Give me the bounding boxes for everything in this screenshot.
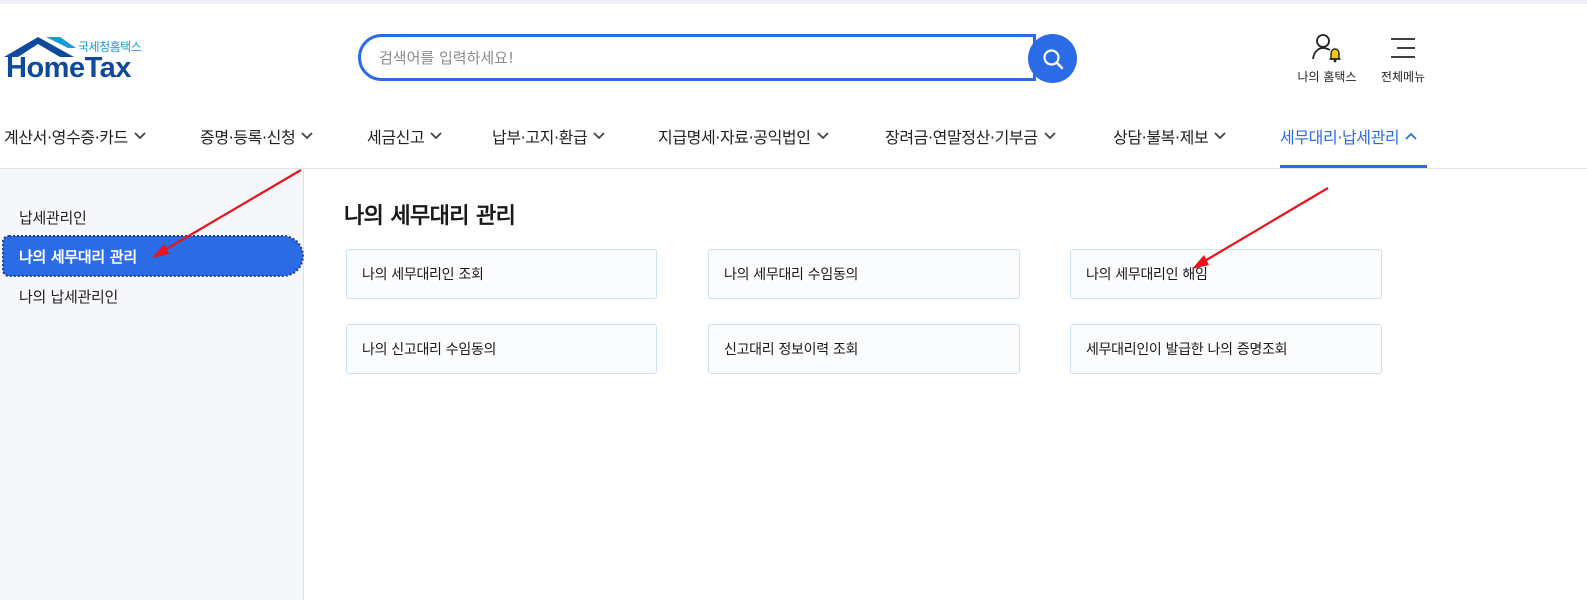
gnb-item-incentive-yearend[interactable]: 장려금·연말정산·기부금 bbox=[885, 104, 1056, 168]
search-button[interactable] bbox=[1028, 34, 1077, 83]
hometax-logo[interactable]: 국세청홈택스 HomeTax bbox=[4, 34, 154, 86]
user-bell-icon bbox=[1312, 34, 1341, 63]
chevron-down-icon bbox=[430, 132, 442, 140]
gnb-item-label: 납부·고지·환급 bbox=[492, 128, 588, 147]
gnb-item-label: 장려금·연말정산·기부금 bbox=[885, 128, 1038, 147]
page-title: 나의 세무대리 관리 bbox=[344, 204, 516, 229]
sidebar-item-my-tax-manager[interactable]: 나의 납세관리인 bbox=[19, 286, 118, 307]
chevron-down-icon bbox=[301, 132, 313, 140]
search-box bbox=[358, 34, 1036, 81]
search-input[interactable] bbox=[361, 37, 1019, 78]
gnb-item-consult-appeal[interactable]: 상담·불복·제보 bbox=[1113, 104, 1226, 168]
all-menu-button[interactable]: 전체메뉴 bbox=[1377, 32, 1429, 85]
menu-card-agent-issued-certificates[interactable]: 세무대리인이 발급한 나의 증명조회 bbox=[1070, 324, 1382, 374]
chevron-up-icon bbox=[1405, 132, 1417, 140]
gnb-item-label: 상담·불복·제보 bbox=[1113, 128, 1209, 147]
logo-title: HomeTax bbox=[6, 52, 131, 84]
chevron-down-icon bbox=[593, 132, 605, 140]
gnb-item-label: 증명·등록·신청 bbox=[200, 128, 296, 147]
menu-card-tax-agent-inquiry[interactable]: 나의 세무대리인 조회 bbox=[346, 249, 657, 299]
top-strip bbox=[0, 0, 1587, 4]
sidebar bbox=[0, 169, 304, 600]
main-navigation: 계산서·영수증·카드 증명·등록·신청 세금신고 납부·고지·환급 지급명세·자… bbox=[0, 104, 1587, 169]
chevron-down-icon bbox=[134, 132, 146, 140]
chevron-down-icon bbox=[1043, 132, 1056, 140]
all-menu-label: 전체메뉴 bbox=[1380, 70, 1426, 84]
my-hometax-button[interactable]: 나의 홈택스 bbox=[1294, 32, 1360, 85]
gnb-item-payment-refund[interactable]: 납부·고지·환급 bbox=[492, 104, 605, 168]
menu-card-filing-agent-history[interactable]: 신고대리 정보이력 조회 bbox=[708, 324, 1020, 374]
sidebar-item-tax-manager[interactable]: 납세관리인 bbox=[19, 207, 87, 228]
chevron-down-icon bbox=[816, 132, 829, 140]
gnb-item-label: 지급명세·자료·공익법인 bbox=[658, 128, 811, 147]
menu-card-tax-agent-consent[interactable]: 나의 세무대리 수임동의 bbox=[708, 249, 1020, 299]
menu-card-tax-agent-dismissal[interactable]: 나의 세무대리인 해임 bbox=[1070, 249, 1382, 299]
gnb-item-label: 세금신고 bbox=[367, 128, 425, 147]
hamburger-menu-icon bbox=[1391, 38, 1415, 58]
gnb-item-tax-return[interactable]: 세금신고 bbox=[367, 104, 442, 168]
gnb-item-invoice-receipt-card[interactable]: 계산서·영수증·카드 bbox=[4, 104, 146, 168]
chevron-down-icon bbox=[1214, 132, 1226, 140]
search-icon bbox=[1042, 48, 1063, 69]
sidebar-item-my-tax-agent-management[interactable]: 나의 세무대리 관리 bbox=[2, 235, 304, 277]
gnb-item-label: 세무대리·납세관리 bbox=[1280, 128, 1400, 147]
gnb-item-tax-agent[interactable]: 세무대리·납세관리 bbox=[1280, 104, 1427, 168]
gnb-item-label: 계산서·영수증·카드 bbox=[4, 128, 128, 147]
my-hometax-label: 나의 홈택스 bbox=[1297, 70, 1357, 84]
menu-card-filing-agent-consent[interactable]: 나의 신고대리 수임동의 bbox=[346, 324, 657, 374]
gnb-item-payment-statement[interactable]: 지급명세·자료·공익법인 bbox=[658, 104, 829, 168]
gnb-item-certificate-registration[interactable]: 증명·등록·신청 bbox=[200, 104, 313, 168]
